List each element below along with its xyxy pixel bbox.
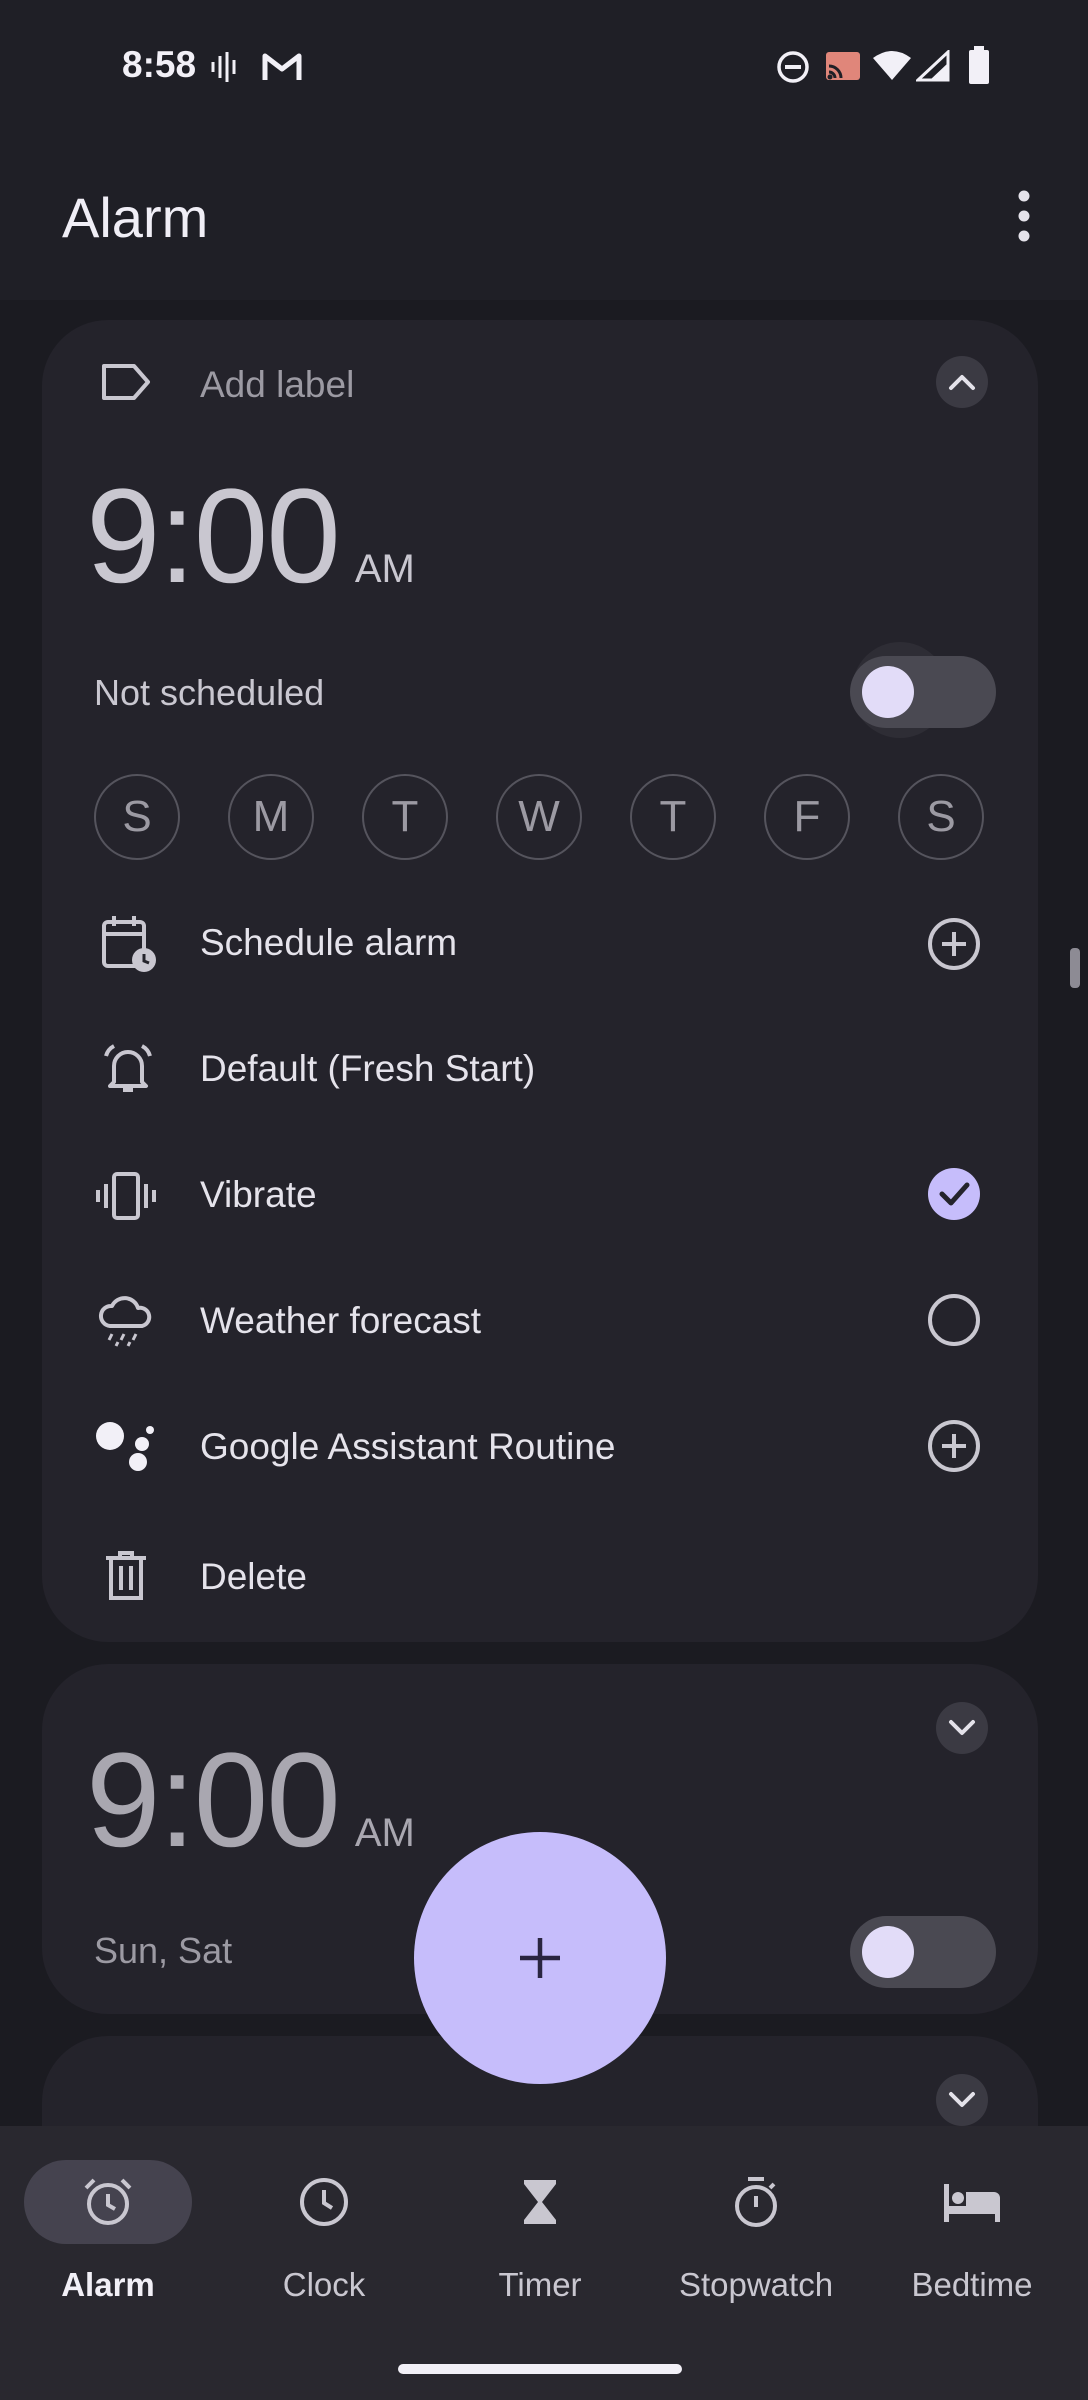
nav-icon-container: [456, 2160, 624, 2244]
cast-icon: [824, 50, 862, 82]
wifi-icon: [872, 50, 912, 82]
home-indicator[interactable]: [398, 2364, 682, 2374]
day-monday[interactable]: M: [228, 774, 314, 860]
day-friday[interactable]: F: [764, 774, 850, 860]
alarm-time-value: 9:00: [86, 1726, 341, 1875]
chevron-down-icon: [949, 2092, 975, 2107]
weather-forecast-label[interactable]: Weather forecast: [200, 1300, 481, 1342]
nav-item-alarm[interactable]: Alarm: [0, 2126, 216, 2326]
app-bar: Alarm: [0, 130, 1088, 300]
alarm-days-summary: Sun, Sat: [94, 1930, 233, 1971]
schedule-alarm-label[interactable]: Schedule alarm: [200, 922, 457, 964]
day-wednesday[interactable]: W: [496, 774, 582, 860]
alarm-time[interactable]: 9:00 AM: [86, 470, 415, 604]
audio-wave-icon: [210, 50, 240, 84]
day-thursday[interactable]: T: [630, 774, 716, 860]
vibrate-checkbox[interactable]: [926, 1166, 982, 1222]
day-sunday[interactable]: S: [94, 774, 180, 860]
plus-icon: [520, 1938, 560, 1978]
gmail-icon: [262, 52, 302, 82]
alarm-enable-toggle[interactable]: [850, 1916, 996, 1988]
google-assistant-icon: [94, 1418, 158, 1478]
nav-label-clock: Clock: [282, 2266, 366, 2303]
expand-button[interactable]: [936, 2074, 988, 2126]
page-title: Alarm: [62, 186, 209, 249]
alarm-enable-toggle[interactable]: [850, 656, 996, 728]
nav-label-alarm: Alarm: [61, 2266, 155, 2303]
expand-button[interactable]: [936, 1702, 988, 1754]
status-bar: 8:58: [0, 0, 1088, 130]
nav-icon-container: [888, 2160, 1056, 2244]
day-tuesday[interactable]: T: [362, 774, 448, 860]
trash-icon: [104, 1550, 148, 1602]
schedule-status: Not scheduled: [94, 672, 325, 713]
scrollbar[interactable]: [1070, 948, 1080, 988]
alarm-time-value: 9:00: [86, 462, 341, 611]
bottom-navigation: Alarm Clock Timer Stopwatch Bedtime: [0, 2126, 1088, 2400]
vibrate-icon: [94, 1170, 158, 1222]
add-alarm-button[interactable]: [414, 1832, 666, 2084]
day-saturday[interactable]: S: [898, 774, 984, 860]
nav-item-bedtime[interactable]: Bedtime: [864, 2126, 1080, 2326]
status-time: 8:58: [122, 44, 197, 85]
chevron-up-icon: [949, 375, 975, 390]
calendar-clock-icon: [100, 914, 158, 974]
weather-cloud-icon: [96, 1290, 156, 1350]
stopwatch-icon: [735, 2177, 777, 2227]
nav-label-stopwatch: Stopwatch: [678, 2266, 834, 2303]
alarm-ampm: AM: [354, 1811, 415, 1855]
toggle-thumb: [862, 1926, 914, 1978]
battery-icon: [968, 46, 990, 84]
nav-item-timer[interactable]: Timer: [432, 2126, 648, 2326]
alarm-card-expanded[interactable]: Add label 9:00 AM Not scheduled S M T W …: [42, 320, 1038, 1642]
collapse-button[interactable]: [936, 356, 988, 408]
alarm-time[interactable]: 9:00 AM: [86, 1734, 415, 1868]
nav-active-indicator: [24, 2160, 192, 2244]
cellular-signal-icon: [916, 50, 950, 82]
hourglass-icon: [524, 2180, 556, 2224]
label-icon: [100, 362, 152, 402]
assistant-routine-label[interactable]: Google Assistant Routine: [200, 1426, 615, 1468]
bed-icon: [944, 2184, 1000, 2222]
delete-label[interactable]: Delete: [200, 1556, 307, 1598]
weather-forecast-checkbox[interactable]: [926, 1292, 982, 1348]
nav-icon-container: [240, 2160, 408, 2244]
nav-item-clock[interactable]: Clock: [216, 2126, 432, 2326]
alarm-ampm: AM: [354, 547, 415, 591]
nav-label-bedtime: Bedtime: [911, 2266, 1033, 2303]
alarm-sound-label[interactable]: Default (Fresh Start): [200, 1048, 535, 1090]
nav-label-timer: Timer: [498, 2266, 582, 2303]
assistant-routine-add-icon[interactable]: [926, 1418, 982, 1474]
alarm-bell-icon: [98, 1040, 158, 1096]
schedule-alarm-add-icon[interactable]: [926, 916, 982, 972]
nav-icon-container: [672, 2160, 840, 2244]
chevron-down-icon: [949, 1720, 975, 1735]
alarm-icon: [84, 2178, 132, 2225]
do-not-disturb-icon: [776, 50, 810, 84]
add-label-field[interactable]: Add label: [200, 364, 354, 406]
vibrate-label[interactable]: Vibrate: [200, 1174, 317, 1216]
more-options-icon[interactable]: [1006, 188, 1042, 244]
toggle-thumb: [862, 666, 914, 718]
clock-icon: [300, 2178, 348, 2226]
nav-item-stopwatch[interactable]: Stopwatch: [648, 2126, 864, 2326]
